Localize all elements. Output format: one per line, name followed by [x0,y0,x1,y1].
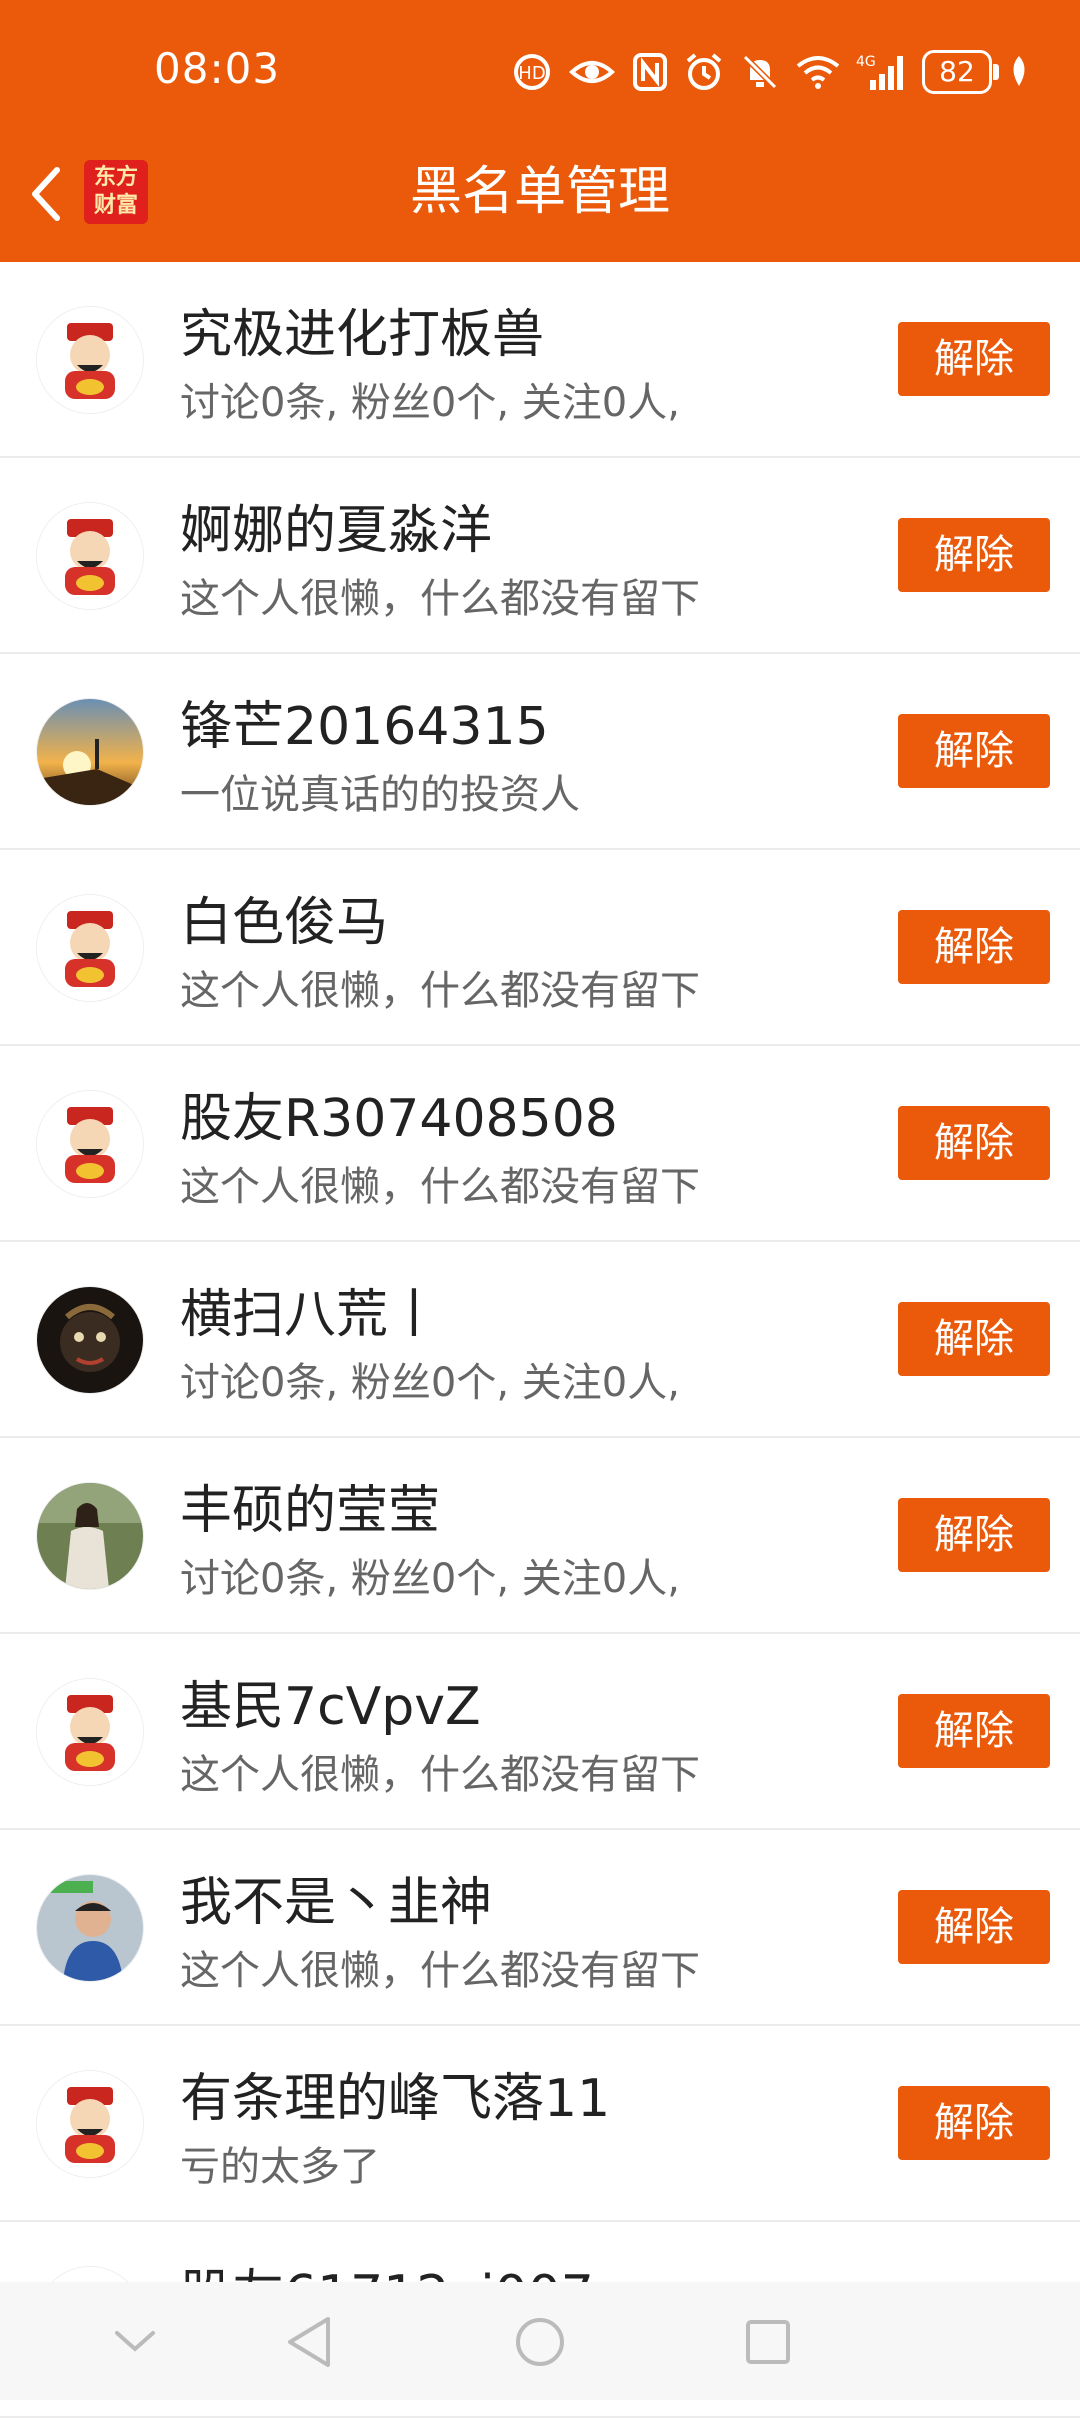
list-item[interactable]: 究极进化打板兽讨论0条, 粉丝0个, 关注0人, 解除 [0,262,1080,458]
user-name: 有条理的峰飞落11 [180,2069,611,2129]
recents-nav-button[interactable] [738,2312,798,2372]
user-description: 这个人很懒，什么都没有留下 [180,576,700,622]
user-name: 究极进化打板兽 [180,305,545,365]
unblock-button[interactable]: 解除 [898,910,1050,984]
list-item[interactable]: 丰硕的莹莹讨论0条, 粉丝0个, 关注0人, 解除 [0,1438,1080,1634]
list-item[interactable]: 婀娜的夏淼洋这个人很懒，什么都没有留下 解除 [0,458,1080,654]
wifi-icon [796,54,840,90]
user-description: 亏的太多了 [180,2144,380,2190]
unblock-button[interactable]: 解除 [898,1302,1050,1376]
list-item[interactable]: 股友R307408508 这个人很懒，什么都没有留下 解除 [0,1046,1080,1242]
user-description: 一位说真话的的投资人 [180,772,580,818]
signal-4g-icon: 4G [856,52,906,92]
user-description: 这个人很懒，什么都没有留下 [180,968,700,1014]
avatar[interactable] [36,1874,144,1982]
unblock-button[interactable]: 解除 [898,1890,1050,1964]
user-description: 讨论0条, 粉丝0个, 关注0人, [180,1360,680,1406]
user-name: 白色俊马 [180,893,389,953]
list-item[interactable]: 基民7cVpvZ 这个人很懒，什么都没有留下 解除 [0,1634,1080,1830]
list-item[interactable]: 我不是丶韭神这个人很懒，什么都没有留下 解除 [0,1830,1080,2026]
unblock-button[interactable]: 解除 [898,1106,1050,1180]
blacklist: 究极进化打板兽 讨论0条, 粉丝0个, 关注0人, 解除 婀娜的夏淼洋 这个人很懒，什么… [0,262,1080,2418]
status-icons: HD 4G 82 [512,44,1030,100]
svg-text:HD: HD [518,63,545,84]
battery-indicator: 82 [922,50,999,94]
circle-home-icon [516,2318,564,2366]
avatar[interactable] [36,1286,144,1394]
list-item[interactable]: 有条理的峰飞落11 亏的太多了 解除 [0,2026,1080,2222]
list-item[interactable]: 横扫八荒丨讨论0条, 粉丝0个, 关注0人, 解除 [0,1242,1080,1438]
avatar[interactable] [36,306,144,414]
home-nav-button[interactable] [510,2312,570,2372]
eye-icon [568,54,616,90]
list-item[interactable]: 白色俊马这个人很懒，什么都没有留下 解除 [0,850,1080,1046]
unblock-button[interactable]: 解除 [898,518,1050,592]
svg-text:4G: 4G [856,54,876,70]
top-bar: 08:03 HD 4G 82 东方 财富 黑名单管理 [0,0,1080,262]
user-name: 锋芒20164315 [180,697,549,757]
user-name: 基民7cVpvZ [180,1677,481,1737]
unblock-button[interactable]: 解除 [898,1498,1050,1572]
hide-keyboard-button[interactable] [105,2312,165,2372]
user-name: 丰硕的莹莹 [180,1481,441,1541]
user-name: 横扫八荒丨 [180,1285,441,1345]
unblock-button[interactable]: 解除 [898,322,1050,396]
user-description: 这个人很懒，什么都没有留下 [180,1752,700,1798]
avatar[interactable] [36,2070,144,2178]
status-time: 08:03 [154,44,281,93]
square-recents-icon [746,2320,790,2364]
avatar[interactable] [36,894,144,1002]
user-description: 这个人很懒，什么都没有留下 [180,1948,700,1994]
mute-icon [740,52,780,92]
avatar[interactable] [36,698,144,806]
avatar[interactable] [36,1482,144,1590]
hd-call-icon: HD [512,52,552,92]
avatar[interactable] [36,1090,144,1198]
user-name: 股友R307408508 [180,1089,618,1149]
unblock-button[interactable]: 解除 [898,714,1050,788]
user-description: 讨论0条, 粉丝0个, 关注0人, [180,1556,680,1602]
page-title: 黑名单管理 [409,162,670,222]
alarm-icon [684,52,724,92]
triangle-back-icon [288,2317,330,2367]
user-description: 这个人很懒，什么都没有留下 [180,1164,700,1210]
back-nav-button[interactable] [278,2312,338,2372]
list-item[interactable]: 锋芒20164315 一位说真话的的投资人 解除 [0,654,1080,850]
user-name: 婀娜的夏淼洋 [180,501,493,561]
unblock-button[interactable]: 解除 [898,2086,1050,2160]
leaf-icon [1008,54,1030,90]
avatar[interactable] [36,502,144,610]
unblock-button[interactable]: 解除 [898,1694,1050,1768]
system-nav-bar [0,2282,1080,2400]
user-name: 我不是丶韭神 [180,1873,493,1933]
chevron-down-icon [115,2331,155,2352]
user-description: 讨论0条, 粉丝0个, 关注0人, [180,380,680,426]
nfc-icon [632,52,668,92]
avatar[interactable] [36,1678,144,1786]
